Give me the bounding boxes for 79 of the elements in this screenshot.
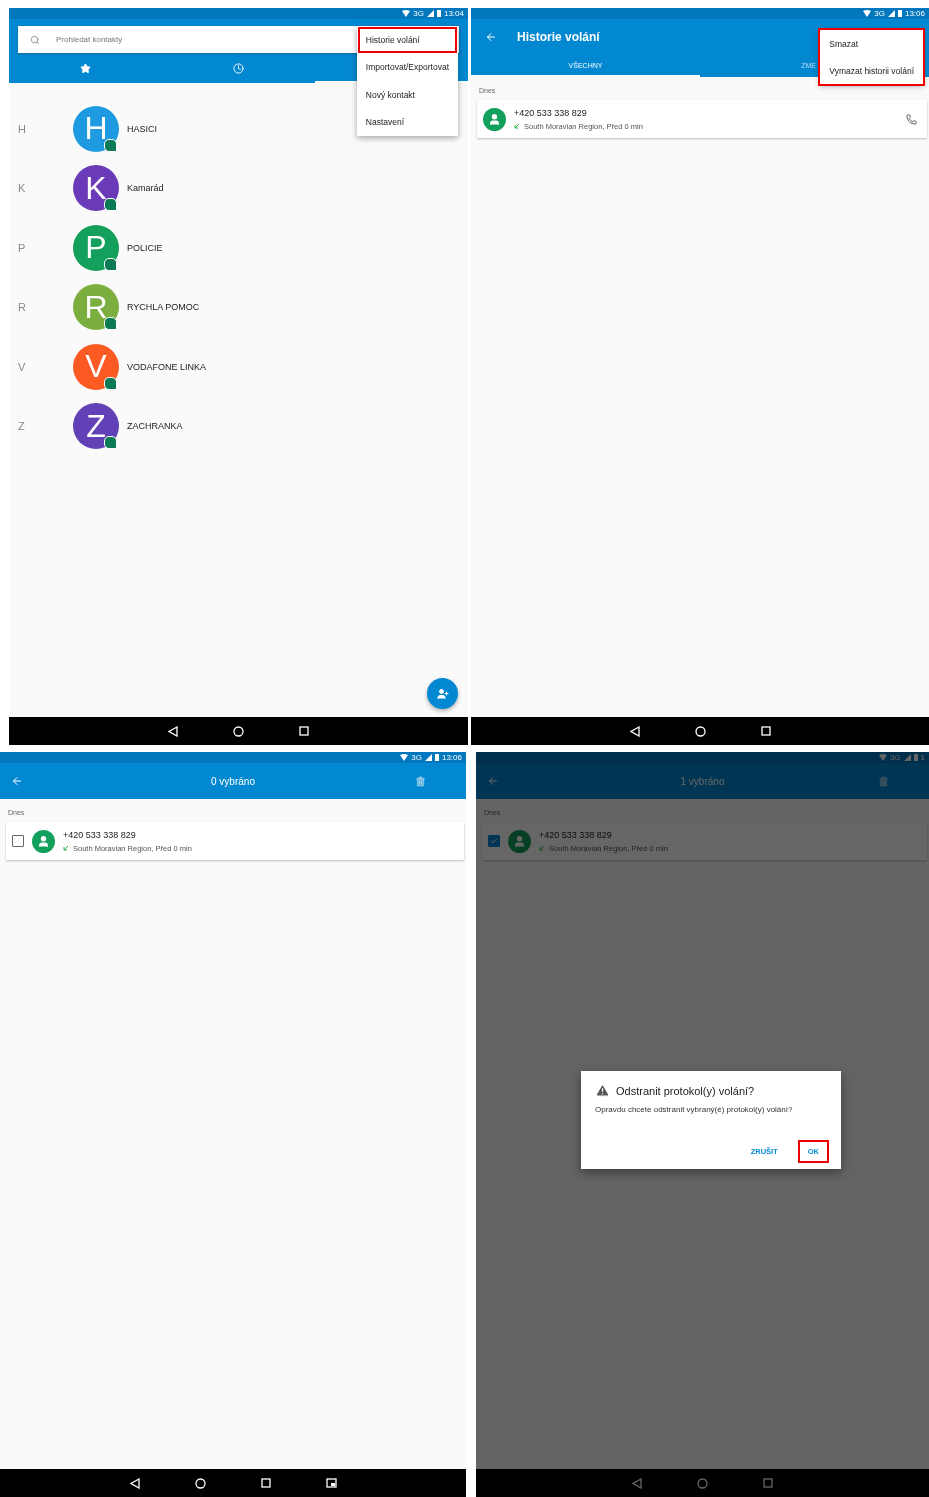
menu-item[interactable]: Nastavení (356, 108, 458, 136)
phone-number: +420 533 338 829 (539, 829, 613, 840)
index-letter: V (17, 360, 27, 373)
checkbox[interactable] (12, 835, 24, 847)
back-arrow-icon[interactable] (11, 775, 23, 787)
wifi-icon (402, 10, 411, 17)
clock: 13:06 (441, 753, 462, 762)
signal-icon (424, 754, 432, 761)
home-icon[interactable] (233, 725, 244, 737)
recents-icon[interactable] (299, 726, 309, 736)
screen-title: Historie volání (517, 30, 600, 44)
checkbox[interactable] (488, 835, 500, 847)
signal-icon (903, 754, 911, 761)
menu-item[interactable]: Smazat (820, 30, 923, 57)
index-letter: H (17, 122, 27, 135)
network-type: 3G (413, 9, 424, 18)
recents-icon[interactable] (260, 1478, 271, 1488)
dialog-message: Opravdu chcete odstranit vybraný(é) protokol(y) volání? (595, 1105, 794, 1114)
contact-avatar: K (73, 165, 119, 212)
avatar-icon (508, 829, 531, 853)
battery-icon (897, 10, 902, 17)
network-type: 3G (889, 753, 901, 762)
warning-icon (595, 1083, 610, 1098)
avatar-icon (483, 107, 506, 131)
contact-name[interactable]: ZACHRANKA (127, 421, 183, 432)
back-arrow-icon[interactable] (485, 31, 497, 43)
contact-avatar: R (73, 284, 119, 331)
clock: 13:06 (904, 9, 925, 18)
index-letter: R (17, 301, 27, 314)
phone-number: +420 533 338 829 (514, 107, 588, 118)
wifi-icon (400, 754, 409, 761)
battery-icon (913, 754, 918, 761)
signal-icon (426, 10, 434, 17)
clock: 1 (920, 753, 925, 762)
contact-name[interactable]: RYCHLA POMOC (127, 302, 200, 313)
wifi-icon (878, 754, 887, 761)
menu-item[interactable]: Historie volání (356, 26, 458, 54)
index-letter: P (17, 241, 27, 254)
recents-icon[interactable] (760, 726, 771, 736)
contact-avatar: P (73, 224, 119, 271)
dialog-title: Odstranit protokol(y) volání? (616, 1084, 755, 1097)
wifi-icon (863, 10, 872, 17)
home-icon[interactable] (194, 1477, 206, 1489)
star-icon (80, 63, 91, 74)
incoming-arrow-icon (539, 845, 545, 851)
index-letter: Z (17, 420, 26, 433)
network-type: 3G (874, 9, 885, 18)
index-letter: K (17, 182, 27, 195)
battery-icon (436, 10, 441, 17)
check-icon (490, 837, 498, 845)
back-icon[interactable] (168, 725, 178, 737)
contact-avatar: V (73, 343, 119, 390)
phone-icon[interactable] (906, 113, 917, 125)
menu-item[interactable]: Vymazat historii volání (820, 57, 923, 84)
back-icon[interactable] (129, 1477, 140, 1489)
add-contact-button[interactable] (427, 678, 458, 709)
home-icon[interactable] (694, 725, 706, 737)
phone-number: +420 533 338 829 (63, 829, 137, 840)
selection-count[interactable]: 0 vybráno (211, 775, 255, 787)
clock-icon (233, 63, 244, 74)
window-icon[interactable] (325, 1478, 337, 1488)
incoming-arrow-icon (63, 845, 69, 851)
battery-icon (434, 754, 439, 761)
add-person-icon (436, 687, 449, 700)
menu-item[interactable]: Importovat/Exportovat (356, 53, 458, 81)
network-type: 3G (411, 753, 422, 762)
contact-name[interactable]: POLICIE (127, 242, 163, 253)
incoming-arrow-icon (514, 123, 520, 129)
menu-item[interactable]: Nový kontakt (356, 81, 458, 109)
search-icon (30, 34, 40, 45)
avatar-icon (32, 829, 55, 853)
contact-avatar: H (73, 105, 119, 152)
contact-avatar: Z (73, 403, 119, 450)
contact-name[interactable]: HASICI (127, 123, 157, 134)
contact-name[interactable]: VODAFONE LINKA (127, 361, 207, 372)
clock: 13:04 (443, 9, 464, 18)
contact-name[interactable]: Kamarád (127, 183, 164, 194)
back-icon[interactable] (629, 725, 640, 737)
signal-icon (887, 10, 895, 17)
